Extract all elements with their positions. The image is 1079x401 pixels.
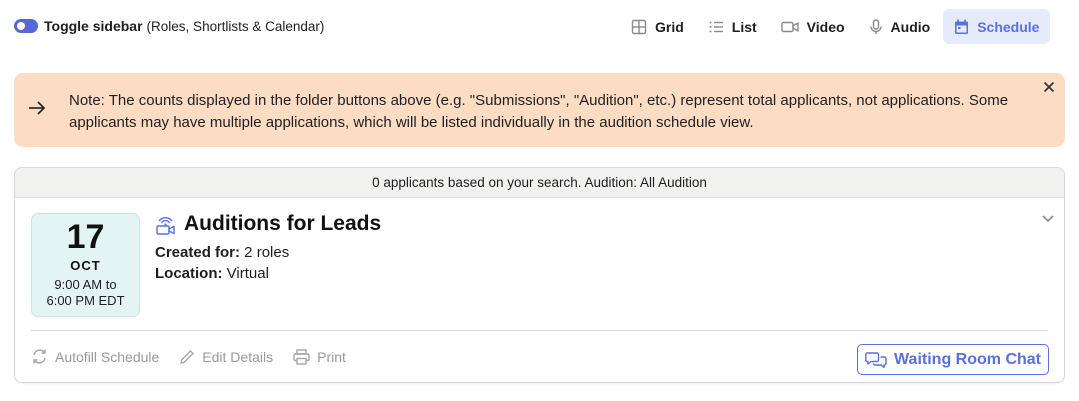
date-time-end: 6:00 PM EDT — [46, 293, 125, 308]
refresh-icon — [33, 349, 46, 364]
toggle-sidebar-sublabel: (Roles, Shortlists & Calendar) — [146, 18, 325, 34]
toggle-sidebar-label: Toggle sidebar — [44, 18, 143, 34]
note-text: Note: The counts displayed in the folder… — [69, 92, 1009, 131]
location-value: Virtual — [222, 265, 269, 282]
grid-icon — [631, 19, 647, 34]
list-icon — [709, 21, 723, 32]
date-day: 17 — [66, 218, 105, 256]
close-icon[interactable] — [1042, 80, 1056, 94]
date-time-start: 9:00 AM to — [54, 277, 117, 292]
edit-details-button[interactable]: Edit Details — [179, 349, 273, 365]
event-title: Auditions for Leads — [184, 212, 382, 235]
created-for-row: Created for: 2 roles — [155, 244, 381, 261]
pencil-icon — [180, 349, 194, 364]
date-month: OCT — [70, 258, 101, 273]
date-badge: 17 OCT 9:00 AM to 6:00 PM EDT — [31, 213, 140, 317]
print-button[interactable]: Print — [293, 349, 346, 365]
view-audio-button[interactable]: Audio — [858, 9, 942, 44]
view-grid-label: Grid — [655, 18, 684, 35]
view-video-label: Video — [806, 18, 845, 35]
waiting-room-chat-button[interactable]: Waiting Room Chat — [857, 344, 1049, 375]
view-switcher: Grid List Video Audio Schedule — [620, 9, 1052, 44]
divider — [31, 330, 1048, 331]
edit-details-label: Edit Details — [202, 348, 274, 365]
virtual-broadcast-icon — [156, 216, 175, 235]
arrow-right-icon — [29, 101, 46, 115]
toggle-switch[interactable] — [14, 19, 38, 33]
view-schedule-button[interactable]: Schedule — [943, 9, 1051, 44]
view-grid-button[interactable]: Grid — [620, 9, 695, 44]
printer-icon — [293, 348, 310, 365]
audition-card: 0 applicants based on your search. Audit… — [14, 167, 1065, 383]
autofill-schedule-label: Autofill Schedule — [55, 348, 160, 365]
view-list-button[interactable]: List — [697, 9, 768, 44]
view-audio-label: Audio — [890, 18, 931, 35]
created-for-label: Created for: — [155, 244, 241, 261]
waiting-room-chat-label: Waiting Room Chat — [894, 350, 1041, 368]
created-for-value: 2 roles — [240, 244, 290, 261]
video-icon — [780, 21, 799, 32]
card-actions: Autofill Schedule Edit Details Print — [31, 348, 366, 365]
search-summary: 0 applicants based on your search. Audit… — [15, 168, 1064, 198]
view-schedule-label: Schedule — [977, 18, 1040, 35]
view-video-button[interactable]: Video — [770, 9, 856, 44]
calendar-icon — [955, 19, 969, 34]
chat-bubbles-icon — [865, 351, 887, 368]
note-banner: Note: The counts displayed in the folder… — [14, 73, 1065, 147]
view-list-label: List — [731, 18, 757, 35]
microphone-icon — [869, 18, 882, 34]
location-row: Location: Virtual — [155, 265, 381, 282]
chevron-down-icon[interactable] — [1041, 211, 1055, 225]
print-label: Print — [317, 348, 346, 365]
event-details: Auditions for Leads Created for: 2 roles… — [155, 212, 381, 282]
toggle-sidebar[interactable]: Toggle sidebar (Roles, Shortlists & Cale… — [14, 18, 324, 34]
location-label: Location: — [155, 265, 223, 282]
autofill-schedule-button[interactable]: Autofill Schedule — [31, 348, 159, 365]
top-toolbar: Toggle sidebar (Roles, Shortlists & Cale… — [0, 0, 1079, 54]
